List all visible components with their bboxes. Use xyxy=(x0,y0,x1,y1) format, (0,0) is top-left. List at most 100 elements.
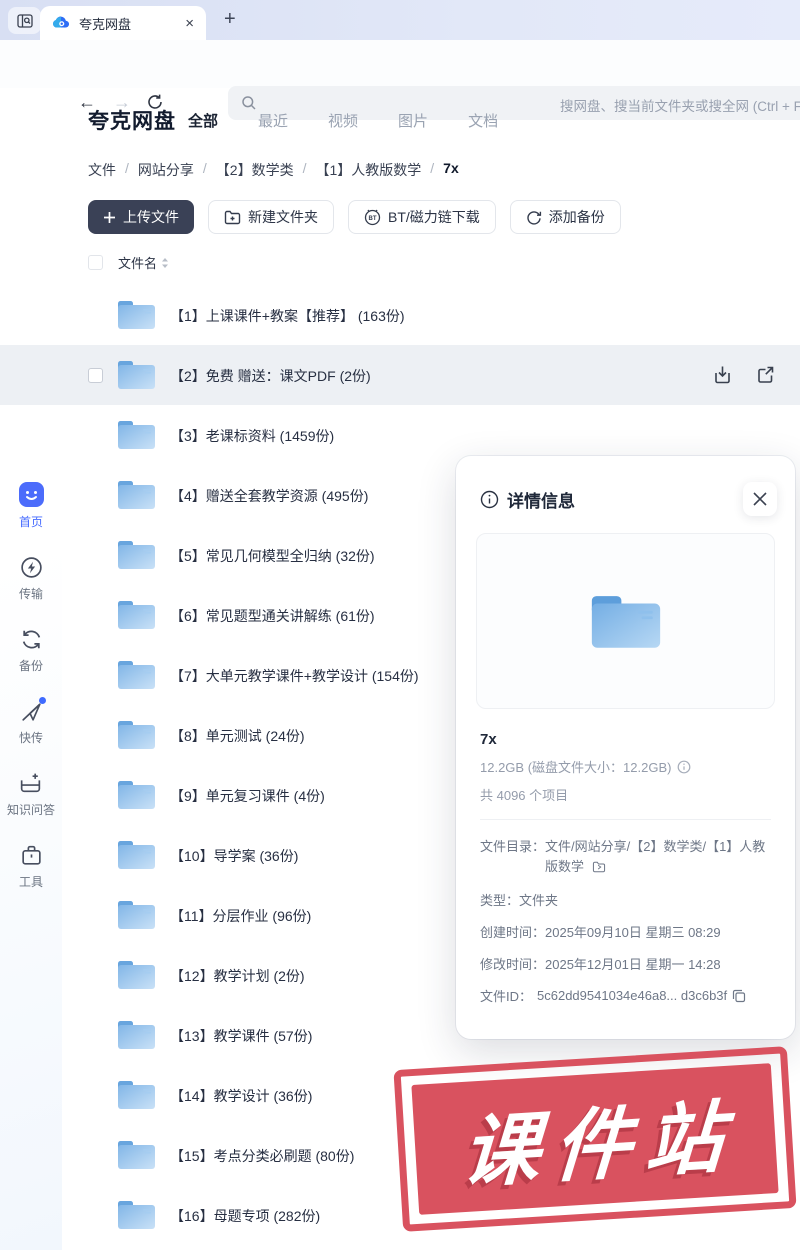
breadcrumb: 文件 / 网站分享 / 【2】数学类 / 【1】人教版数学 / 7x xyxy=(88,160,459,180)
quark-logo-icon xyxy=(52,15,70,31)
tab-image[interactable]: 图片 xyxy=(398,110,428,131)
folder-icon xyxy=(117,1019,156,1050)
file-name[interactable]: 【16】母题专项 (282份) xyxy=(170,1206,320,1226)
search-placeholder: 搜网盘、搜当前文件夹或搜全网 (Ctrl + F) xyxy=(560,95,800,115)
close-icon xyxy=(753,492,767,506)
folder-icon xyxy=(117,779,156,810)
add-backup-button[interactable]: 添加备份 xyxy=(510,200,621,234)
size-info-icon[interactable] xyxy=(677,760,691,774)
stamp-background: 课件站 xyxy=(411,1063,778,1215)
file-name[interactable]: 【2】免费 赠送：课文PDF (2份) xyxy=(170,366,371,386)
add-backup-icon xyxy=(526,209,542,225)
new-folder-label: 新建文件夹 xyxy=(248,207,318,227)
folder-icon-large xyxy=(590,592,662,650)
details-panel: 详情信息 7x 12.2GB (磁盘文件大小：12.2GB) 共 4096 个项… xyxy=(456,456,795,1039)
folder-icon xyxy=(117,959,156,990)
bt-download-label: BT/磁力链下载 xyxy=(388,207,480,227)
table-header: 文件名 xyxy=(88,253,169,272)
copy-icon[interactable] xyxy=(732,989,746,1003)
tab-doc[interactable]: 文档 xyxy=(468,110,498,131)
window-search-icon xyxy=(17,14,33,28)
breadcrumb-separator: / xyxy=(430,160,434,180)
details-size: 12.2GB (磁盘文件大小：12.2GB) xyxy=(480,757,671,776)
file-name[interactable]: 【11】分层作业 (96份) xyxy=(170,906,311,926)
new-folder-icon xyxy=(224,210,241,225)
file-name[interactable]: 【13】教学课件 (57份) xyxy=(170,1026,312,1046)
file-name[interactable]: 【3】老课标资料 (1459份) xyxy=(170,426,334,446)
view-tabs: 全部 最近 视频 图片 文档 xyxy=(188,110,498,131)
browser-tabstrip: 夸克网盘 × + xyxy=(0,0,800,40)
file-row[interactable]: 【1】上课课件+教案【推荐】 (163份) xyxy=(0,285,800,345)
new-folder-button[interactable]: 新建文件夹 xyxy=(208,200,334,234)
folder-icon xyxy=(117,359,156,390)
details-file-id-label: 文件ID： xyxy=(480,986,532,1005)
file-name[interactable]: 【9】单元复习课件 (4份) xyxy=(170,786,325,806)
page-title: 夸克网盘 xyxy=(88,105,176,135)
browser-toolbar: ← → 搜网盘、搜当前文件夹或搜全网 (Ctrl + F) xyxy=(0,40,800,88)
add-backup-label: 添加备份 xyxy=(549,207,605,227)
plus-icon xyxy=(103,211,116,224)
upload-file-label: 上传文件 xyxy=(123,207,179,227)
upload-file-button[interactable]: 上传文件 xyxy=(88,200,194,234)
file-name[interactable]: 【10】导学案 (36份) xyxy=(170,846,298,866)
details-directory: 文件目录： 文件/网站分享/【2】数学类/【1】人教版数学 xyxy=(480,837,771,877)
folder-icon xyxy=(117,839,156,870)
download-icon[interactable] xyxy=(712,364,733,385)
action-bar: 上传文件 新建文件夹 BT BT/磁力链下载 添加备份 xyxy=(88,200,621,234)
select-all-checkbox[interactable] xyxy=(88,255,103,270)
stamp-text: 课件站 xyxy=(449,1074,741,1204)
file-name[interactable]: 【15】考点分类必刷题 (80份) xyxy=(170,1146,354,1166)
folder-icon xyxy=(117,599,156,630)
row-checkbox[interactable] xyxy=(88,368,103,383)
folder-icon xyxy=(117,1139,156,1170)
file-name[interactable]: 【4】赠送全套教学资源 (495份) xyxy=(170,486,368,506)
sort-icon[interactable] xyxy=(161,257,169,269)
folder-preview xyxy=(476,533,775,709)
new-tab-button[interactable]: + xyxy=(224,8,236,31)
folder-icon xyxy=(117,659,156,690)
search-icon xyxy=(241,95,257,111)
folder-icon xyxy=(117,479,156,510)
details-created: 创建时间：2025年09月10日 星期三 08:29 xyxy=(480,922,721,941)
open-external-icon[interactable] xyxy=(755,364,776,385)
directory-label: 文件目录： xyxy=(480,837,545,877)
browser-tab[interactable]: 夸克网盘 × xyxy=(40,6,206,40)
svg-text:BT: BT xyxy=(369,216,377,222)
details-type: 类型：文件夹 xyxy=(480,890,558,909)
folder-icon xyxy=(117,539,156,570)
bt-icon: BT xyxy=(364,209,381,226)
info-icon xyxy=(480,490,499,509)
breadcrumb-item[interactable]: 【2】数学类 xyxy=(216,160,294,180)
go-to-folder-icon[interactable] xyxy=(592,861,606,873)
breadcrumb-separator: / xyxy=(203,160,207,180)
file-name[interactable]: 【12】教学计划 (2份) xyxy=(170,966,305,986)
breadcrumb-current: 7x xyxy=(443,160,459,180)
tab-close-icon[interactable]: × xyxy=(185,16,194,31)
bt-magnet-download-button[interactable]: BT BT/磁力链下载 xyxy=(348,200,496,234)
tab-video[interactable]: 视频 xyxy=(328,110,358,131)
file-name[interactable]: 【6】常见题型通关讲解练 (61份) xyxy=(170,606,375,626)
tab-all[interactable]: 全部 xyxy=(188,110,218,131)
breadcrumb-separator: / xyxy=(125,160,129,180)
kejianzhan-stamp: 课件站 xyxy=(393,1046,796,1232)
file-row-selected[interactable]: 【2】免费 赠送：课文PDF (2份) xyxy=(0,345,800,405)
tab-recent[interactable]: 最近 xyxy=(258,110,288,131)
file-name[interactable]: 【7】大单元教学课件+教学设计 (154份) xyxy=(170,666,419,686)
file-name[interactable]: 【5】常见几何模型全归纳 (32份) xyxy=(170,546,375,566)
breadcrumb-item[interactable]: 文件 xyxy=(88,160,116,180)
tab-title: 夸克网盘 xyxy=(79,14,185,33)
directory-value: 文件/网站分享/【2】数学类/【1】人教版数学 xyxy=(545,839,765,874)
file-name[interactable]: 【8】单元测试 (24份) xyxy=(170,726,305,746)
file-name[interactable]: 【14】教学设计 (36份) xyxy=(170,1086,312,1106)
details-item-count: 共 4096 个项目 xyxy=(480,785,568,804)
breadcrumb-item[interactable]: 【1】人教版数学 xyxy=(315,160,421,180)
filename-column-header[interactable]: 文件名 xyxy=(118,253,157,272)
folder-icon xyxy=(117,419,156,450)
folder-icon xyxy=(117,719,156,750)
breadcrumb-item[interactable]: 网站分享 xyxy=(138,160,194,180)
close-details-button[interactable] xyxy=(743,482,777,516)
browser-sidebar-toggle-button[interactable] xyxy=(8,7,41,34)
file-name[interactable]: 【1】上课课件+教案【推荐】 (163份) xyxy=(170,306,405,326)
divider xyxy=(480,819,771,820)
details-file-id: 5c62dd9541034e46a8... d3c6b3f xyxy=(537,988,727,1003)
